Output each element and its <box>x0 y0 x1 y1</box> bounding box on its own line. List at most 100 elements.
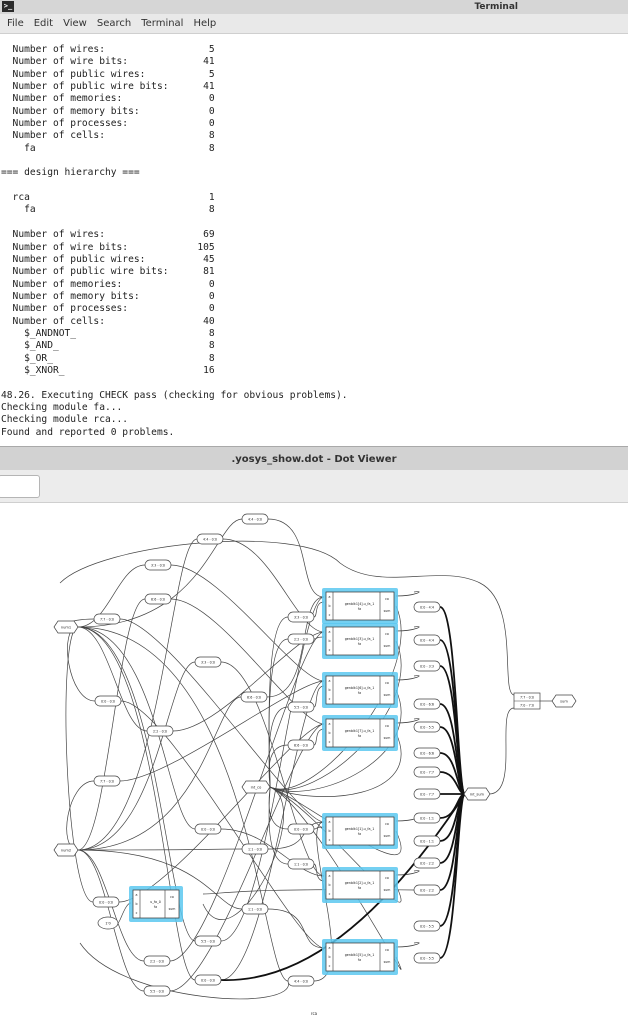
slice-node-label: 6:6 - 0:0 <box>294 743 308 747</box>
edge <box>172 631 325 732</box>
port-in-label: a <box>329 595 331 599</box>
fa-cell: a b c co sum genblk1[3].u_fa_1fa <box>322 623 398 659</box>
hub-int-co-label: int_co <box>251 785 262 789</box>
port-in-label: a <box>329 679 331 683</box>
edge <box>395 626 420 632</box>
port-in-label: c <box>329 964 331 968</box>
edge <box>77 661 196 851</box>
menu-terminal[interactable]: Terminal <box>141 18 183 29</box>
slice-node-label: 0:0 - 0:0 <box>101 699 115 703</box>
port-out-label: sum <box>169 907 176 911</box>
cell-box <box>325 816 395 846</box>
port-in-label: a <box>329 722 331 726</box>
slice-node-label: 0:0 - 6:6 <box>420 702 434 706</box>
fa-cell: a b c co sum genblk1[7].u_fa_1fa <box>322 715 398 751</box>
port-out-label: sum <box>384 609 391 613</box>
slice-node-label: 1:1 - 0:0 <box>294 862 308 866</box>
schematic-graph: num1num21'0int_coint_sumsum4:4 - 0:04:4 … <box>53 513 577 1016</box>
terminal-title: Terminal <box>474 2 518 12</box>
graph-canvas[interactable]: num1 num2 1'0 int_co int_sum sum 4:4 - 0:0 4:4 … <box>0 503 628 1024</box>
fa-cell: a b c co sum genblk1[2].u_fa_1fa <box>322 867 398 903</box>
slice-node-label: 0:0 - 0:0 <box>294 827 308 831</box>
cell-type: fa <box>358 734 361 738</box>
dot-viewer-toolbar <box>0 470 628 503</box>
menu-view[interactable]: View <box>63 18 87 29</box>
fa-cell: a b c co sum genblk1[6].u_fa_1fa <box>322 672 398 708</box>
cell-type: fa <box>358 642 361 646</box>
port-in-label: c <box>329 648 331 652</box>
edge <box>488 707 515 795</box>
port-in-label: c <box>329 740 331 744</box>
slice-node-label: 2:2 - 0:0 <box>150 959 164 963</box>
port-out-label: co <box>385 724 389 728</box>
port-in-label: a <box>329 946 331 950</box>
slice-node-label: 0:0 - 0:0 <box>201 827 215 831</box>
terminal-menubar: File Edit View Search Terminal Help <box>0 14 628 34</box>
hub-int-sum-label: int_sum <box>470 792 485 796</box>
cell-type: fa <box>358 607 361 611</box>
port-out-label: sum <box>384 736 391 740</box>
cell-type: fa <box>358 832 361 836</box>
slice-node-label: 0:0 - 4:4 <box>420 605 434 609</box>
edge <box>268 786 289 865</box>
slice-node-label: 7:7 - 0:0 <box>100 779 114 783</box>
cell-box <box>325 675 395 705</box>
cell-type: fa <box>358 958 361 962</box>
port-out-label: sum <box>384 960 391 964</box>
cell-name: genblk1[4].u_fa_1 <box>345 602 375 606</box>
edge <box>169 723 325 992</box>
terminal-output[interactable]: Number of wires: 5 Number of wire bits: … <box>0 34 628 444</box>
cell-box <box>325 591 395 621</box>
dot-viewer-titlebar: .yosys_show.dot - Dot Viewer <box>0 446 628 471</box>
concat-label-top: 7:7 - 0:0 <box>520 696 534 700</box>
port-in-label: a <box>329 820 331 824</box>
edge <box>395 591 420 597</box>
port-out-label: co <box>385 876 389 880</box>
port-in-label: c <box>329 697 331 701</box>
slice-node-label: 5:5 - 0:0 <box>201 939 215 943</box>
fa-cell: a b c co sum genblk1[1].u_fa_1fa <box>322 813 398 849</box>
slice-node-label: 0:0 - 7:7 <box>420 792 434 796</box>
cell-type: fa <box>154 905 157 909</box>
cell-box <box>325 870 395 900</box>
search-field[interactable] <box>0 475 40 498</box>
output-sum-label: sum <box>560 699 568 703</box>
slice-node-label: 4:4 - 0:0 <box>294 979 308 983</box>
slice-node-label: 1:1 - 0:0 <box>248 907 262 911</box>
graph-footer-label: rca <box>311 1011 318 1016</box>
edge <box>267 518 325 598</box>
port-in-label: b <box>328 731 330 735</box>
slice-node-label: 3:3 - 0:0 <box>201 660 215 664</box>
port-out-label: co <box>385 597 389 601</box>
port-in-label: b <box>328 883 330 887</box>
const-zero-label: 1'0 <box>105 921 111 925</box>
slice-node-label: 0:0 - 2:2 <box>420 861 434 865</box>
slice-node-label: 0:0 - 1:1 <box>420 816 434 820</box>
edge <box>267 908 325 949</box>
slice-node-label: 0:0 - 0:0 <box>99 900 113 904</box>
concat-label-bottom: 7:0 - 7:0 <box>520 704 534 708</box>
menu-search[interactable]: Search <box>97 18 131 29</box>
port-in-label: a <box>136 893 138 897</box>
port-out-label: sum <box>384 644 391 648</box>
port-in-label: b <box>328 829 330 833</box>
fa-cell: a b c co sum u_fa_0fa <box>129 886 183 922</box>
menu-file[interactable]: File <box>7 18 24 29</box>
cell-name: genblk1[6].u_fa_1 <box>345 686 375 690</box>
menu-edit[interactable]: Edit <box>34 18 53 29</box>
slice-node-label: 0:0 - 5:5 <box>420 956 434 960</box>
terminal-text: Number of wires: 5 Number of wire bits: … <box>1 44 348 438</box>
port-out-label: sum <box>384 888 391 892</box>
slice-node-label: 4:4 - 0:0 <box>248 517 262 521</box>
menu-help[interactable]: Help <box>193 18 216 29</box>
port-out-label: co <box>385 681 389 685</box>
slice-node-label: 0:0 - 3:3 <box>420 664 434 668</box>
input-num1-label: num1 <box>61 625 71 629</box>
edge <box>439 726 466 795</box>
port-out-label: sum <box>384 693 391 697</box>
cell-name: genblk1[1].u_fa_1 <box>345 827 375 831</box>
port-in-label: b <box>328 688 330 692</box>
port-in-label: a <box>329 630 331 634</box>
slice-node-label: 0:0 - 5:5 <box>420 924 434 928</box>
port-in-label: b <box>328 955 330 959</box>
